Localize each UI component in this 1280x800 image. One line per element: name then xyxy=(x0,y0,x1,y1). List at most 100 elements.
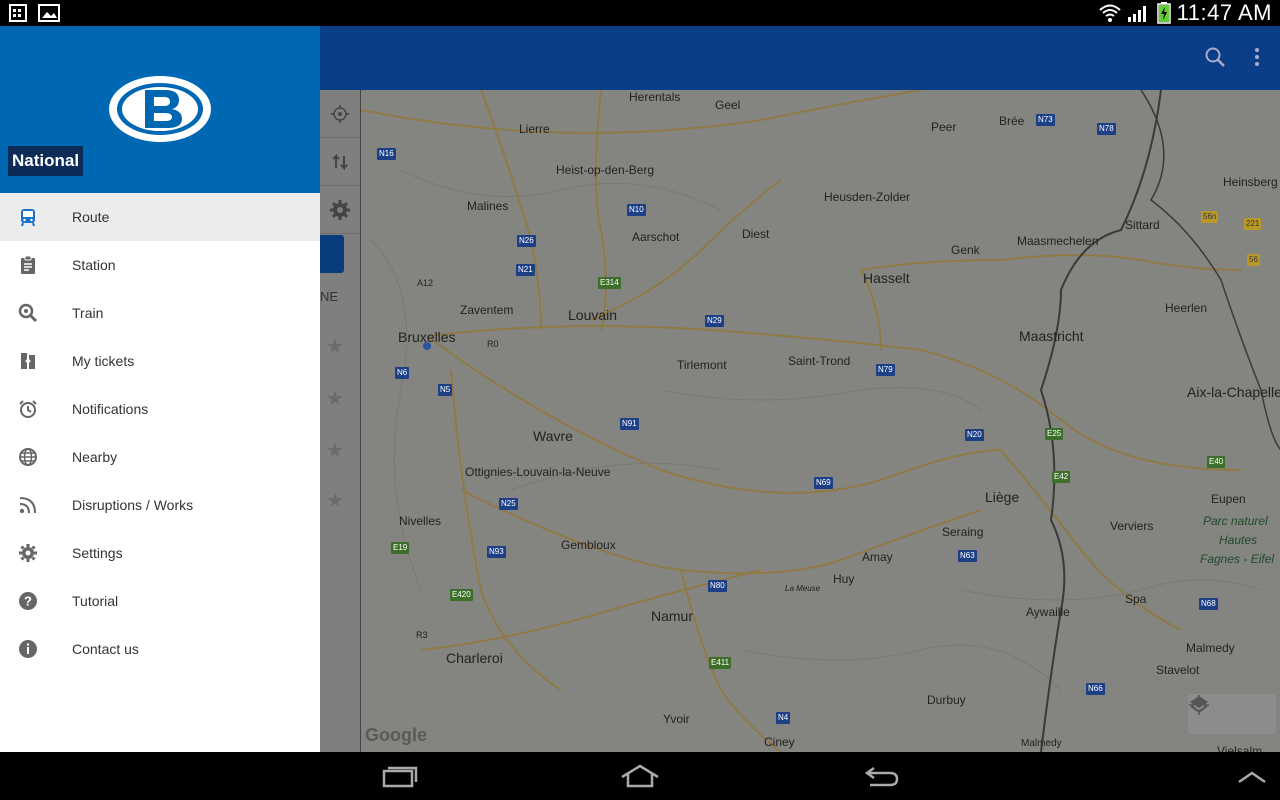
nav-label: Route xyxy=(72,209,110,225)
favorite-star-icon[interactable]: ★ xyxy=(326,488,344,512)
nav-item-train[interactable]: Train xyxy=(0,289,320,337)
back-icon[interactable] xyxy=(864,764,900,788)
map-label: Charleroi xyxy=(446,650,503,666)
map-label: La Meuse xyxy=(785,584,821,593)
road-shield: 56n xyxy=(1201,211,1219,223)
nav-item-settings[interactable]: Settings xyxy=(0,529,320,577)
nav-item-contact[interactable]: Contact us xyxy=(0,625,320,673)
map-label: Brée xyxy=(999,114,1025,128)
locate-button[interactable] xyxy=(320,90,360,138)
layers-icon[interactable] xyxy=(1188,694,1210,716)
sncb-logo xyxy=(109,76,211,142)
gear-icon xyxy=(330,199,350,220)
options-button[interactable] xyxy=(320,186,360,234)
map-label: Maastricht xyxy=(1019,328,1084,344)
map-label: Malines xyxy=(467,199,509,213)
search-route-button[interactable] xyxy=(320,235,344,273)
map-label: Fagnes - Eifel xyxy=(1200,552,1275,566)
map-label: Heusden-Zolder xyxy=(824,190,911,204)
favorite-star-icon[interactable]: ★ xyxy=(326,334,344,358)
road-shield: N6 xyxy=(395,367,410,379)
nav-item-nearby[interactable]: Nearby xyxy=(0,433,320,481)
nav-label: Settings xyxy=(72,545,123,561)
road-shield: E42 xyxy=(1052,471,1071,483)
map-label: Malmedy xyxy=(1186,641,1235,655)
road-shield: N79 xyxy=(876,364,895,376)
my-location-icon xyxy=(331,104,349,123)
road-shield: N26 xyxy=(517,235,536,247)
nav-item-route[interactable]: Route xyxy=(0,193,320,241)
map-label: Nivelles xyxy=(399,514,442,528)
map-label: Tirlemont xyxy=(677,358,727,372)
road-shield: E420 xyxy=(450,589,473,601)
google-logo: Google xyxy=(365,725,427,745)
road-shield: N78 xyxy=(1097,123,1116,135)
map-label: Huy xyxy=(833,572,855,586)
road-shield: N29 xyxy=(705,315,724,327)
train-icon xyxy=(21,209,35,227)
map-label: Bruxelles xyxy=(398,329,456,345)
road-shield: N80 xyxy=(708,580,727,592)
map-label: Heist-op-den-Berg xyxy=(556,163,655,177)
road-shield: N66 xyxy=(1086,683,1105,695)
nav-item-tutorial[interactable]: ? Tutorial xyxy=(0,577,320,625)
map-view[interactable]: Herentals Geel Lierre Peer Brée Heist-op… xyxy=(360,90,1280,752)
navigation-drawer: National Route Station Train My tickets … xyxy=(0,26,320,752)
nav-label: Disruptions / Works xyxy=(72,497,194,513)
road-shield: N20 xyxy=(965,429,984,441)
map-label: Spa xyxy=(1125,592,1147,606)
road-shield: E314 xyxy=(598,277,621,289)
map-label: Malmedy xyxy=(1021,738,1062,749)
map-label: Aarschot xyxy=(632,230,680,244)
map-label: Amay xyxy=(862,550,893,564)
map-label: Eupen xyxy=(1211,492,1246,506)
drawer-header: National xyxy=(0,26,320,193)
recent-apps-icon[interactable] xyxy=(382,764,418,788)
road-shield: E25 xyxy=(1045,428,1064,440)
swap-button[interactable] xyxy=(320,138,360,186)
map-label: Heinsberg xyxy=(1223,175,1278,189)
map-controls xyxy=(1188,694,1276,734)
swap-vertical-icon xyxy=(332,153,348,170)
chevron-up-icon[interactable] xyxy=(1237,770,1267,784)
nav-label: Train xyxy=(72,305,104,321)
map-label: R3 xyxy=(416,630,428,640)
home-icon[interactable] xyxy=(619,764,661,788)
svg-text:?: ? xyxy=(24,594,32,609)
map-label: Namur xyxy=(651,608,694,624)
nav-label: Notifications xyxy=(72,401,149,417)
map-label: Genk xyxy=(951,243,980,257)
status-bar: 11:47 AM xyxy=(0,0,1280,26)
map-label: Verviers xyxy=(1110,519,1154,533)
map-label: Maasmechelen xyxy=(1017,234,1099,248)
map-label: Ciney xyxy=(764,735,795,749)
nav-item-my-tickets[interactable]: My tickets xyxy=(0,337,320,385)
nav-item-disruptions[interactable]: Disruptions / Works xyxy=(0,481,320,529)
nav-label: Tutorial xyxy=(72,593,119,609)
nav-label: Nearby xyxy=(72,449,118,465)
favorites-header: NE xyxy=(320,289,339,304)
overflow-menu-icon[interactable] xyxy=(1254,47,1260,67)
map-label: Sittard xyxy=(1125,218,1160,232)
road-shield: N16 xyxy=(377,148,396,160)
favorite-star-icon[interactable]: ★ xyxy=(326,438,344,462)
map-label: Durbuy xyxy=(927,693,966,707)
map-label: Aywaille xyxy=(1026,605,1070,619)
map-label: Zaventem xyxy=(460,303,514,317)
signal-icon xyxy=(1127,6,1146,22)
favorite-star-icon[interactable]: ★ xyxy=(326,386,344,410)
road-shield: N25 xyxy=(499,498,518,510)
road-shield: E40 xyxy=(1207,456,1226,468)
road-shield: N91 xyxy=(620,418,639,430)
map-label: Heerlen xyxy=(1165,301,1208,315)
map-label: Ottignies-Louvain-la-Neuve xyxy=(465,465,611,479)
gear-icon xyxy=(19,544,37,562)
map-label: Hasselt xyxy=(863,270,910,286)
road-shield: N73 xyxy=(1036,114,1055,126)
search-icon[interactable] xyxy=(1204,46,1226,68)
map-label: Liège xyxy=(985,489,1020,505)
map-label: Vielsalm xyxy=(1217,744,1263,752)
nav-item-station[interactable]: Station xyxy=(0,241,320,289)
nav-item-notifications[interactable]: Notifications xyxy=(0,385,320,433)
nav-label: Station xyxy=(72,257,116,273)
